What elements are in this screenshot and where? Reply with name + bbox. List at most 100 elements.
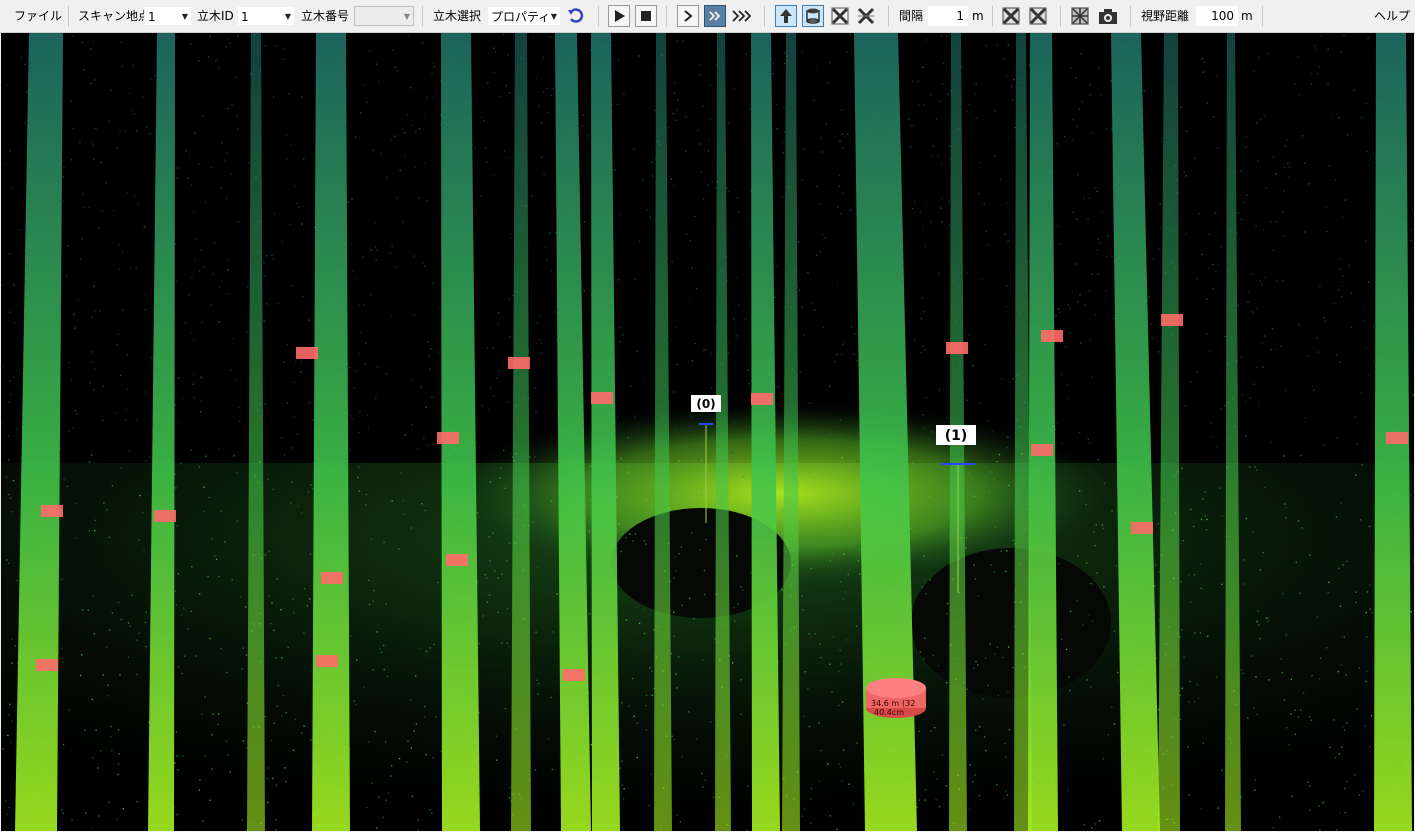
help-menu[interactable]: ヘルプ [1374,0,1410,33]
hatched-box-button[interactable] [1069,5,1091,27]
point [992,430,994,432]
point [1197,697,1200,700]
point [209,637,211,640]
point [1253,707,1255,709]
tree-tag[interactable] [321,572,343,584]
point [848,783,850,785]
point [1411,208,1414,210]
tree-number-select[interactable]: ▼ [354,6,414,26]
point [120,374,122,377]
tree-tag[interactable] [508,357,530,369]
point [828,61,831,64]
tree-tag[interactable] [36,659,58,671]
tree-tag[interactable] [437,432,459,444]
tree-tag[interactable] [751,393,773,405]
tree-id-select[interactable]: 1 ▼ [237,6,295,26]
point [963,382,965,384]
point [850,326,853,328]
grid-cross-button-1[interactable] [1000,5,1022,27]
play-button[interactable] [608,5,630,27]
cylinder-view-button[interactable] [802,5,824,27]
point [1262,366,1264,368]
point [544,246,547,248]
point [921,297,924,299]
tree-measurement-tag[interactable]: 34.6 m (32 40.4cm [866,678,926,718]
point [497,322,499,325]
file-menu[interactable]: ファイル [14,0,62,33]
tree-tag[interactable] [41,505,63,517]
point [1071,139,1073,141]
point [932,156,934,158]
point [842,147,844,149]
point [1239,170,1242,172]
point [129,92,131,94]
point [264,45,267,47]
fast-forward-button[interactable] [704,5,726,27]
point [775,104,778,106]
tree-tag[interactable] [946,342,968,354]
tree-tag[interactable] [1131,522,1153,534]
point [239,62,241,65]
tree-tag[interactable] [296,347,318,359]
tree-tag[interactable] [591,392,613,404]
point [941,221,943,223]
point [850,209,852,211]
step-forward-button[interactable] [677,5,699,27]
point [1410,229,1412,231]
point [1105,290,1107,292]
tree-tag[interactable] [1386,432,1408,444]
tree-tag[interactable] [316,655,338,667]
point [840,766,842,768]
skip-forward-button[interactable] [731,5,753,27]
point [293,381,295,384]
point [674,487,677,490]
point [828,477,831,480]
point [1318,805,1321,807]
point [1254,789,1256,791]
tree-tag[interactable] [1041,330,1063,342]
point [14,645,16,647]
tree-tag[interactable] [1161,314,1183,326]
stop-button[interactable] [635,5,657,27]
point [14,321,16,324]
tree-tag[interactable] [563,669,585,681]
grid-cross-button-2[interactable] [1027,5,1049,27]
interval-input[interactable]: 1 [928,6,968,26]
point [97,767,99,769]
point [488,594,491,596]
tree-tag[interactable] [1031,444,1053,456]
tree-tag[interactable] [154,510,176,522]
point [704,779,706,781]
point [1201,57,1203,60]
cross-button[interactable] [829,5,851,27]
double-cross-button[interactable] [855,5,877,27]
point [244,606,247,608]
point [815,254,818,256]
point [414,166,417,168]
point [638,240,641,243]
point [689,425,692,427]
view-distance-input[interactable]: 100 [1196,6,1238,26]
point [176,177,178,179]
point [680,546,683,548]
point [996,460,998,463]
point [748,383,750,385]
point [236,520,239,522]
point-cloud-viewport[interactable]: (0) (1) 34.6 m (32 40.4cm [1,33,1414,831]
point [1157,523,1159,525]
point [245,654,248,656]
point [972,365,974,367]
point [691,267,693,269]
point [431,812,433,814]
camera-button[interactable] [1097,5,1119,27]
tree-trunk [1028,33,1058,831]
point [1183,171,1186,174]
point [212,713,214,715]
up-view-button[interactable] [775,5,797,27]
tree-tag[interactable] [446,554,468,566]
tree-select-dropdown[interactable]: プロパティ ▼ [487,6,561,26]
point [378,80,380,83]
undo-button[interactable] [565,5,587,27]
scan-point-select[interactable]: 1 ▼ [144,6,192,26]
point-cloud-scene[interactable]: (0) (1) 34.6 m (32 40.4cm [1,33,1414,831]
